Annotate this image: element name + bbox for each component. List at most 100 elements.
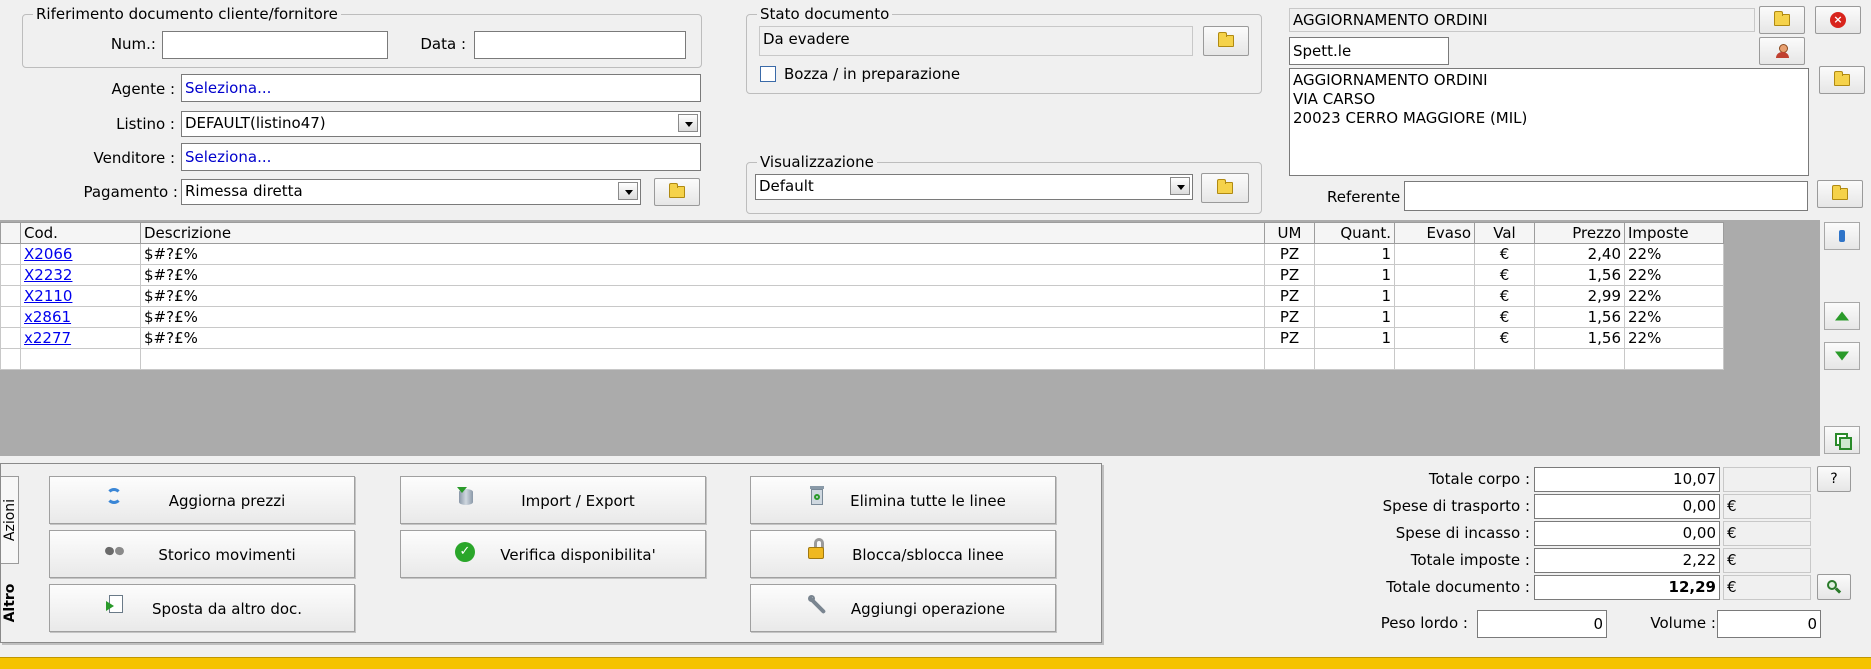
cell-prezzo[interactable]: 2,99 — [1534, 285, 1625, 307]
cell-prezzo[interactable]: 1,56 — [1534, 306, 1625, 328]
empty-cell[interactable] — [1264, 348, 1315, 370]
col-val[interactable]: Val — [1474, 222, 1535, 244]
help-button[interactable]: ? — [1817, 466, 1851, 492]
cell-val[interactable]: € — [1474, 264, 1535, 286]
cell-val[interactable]: € — [1474, 327, 1535, 349]
empty-cell[interactable] — [1314, 348, 1395, 370]
cell-evaso[interactable] — [1394, 327, 1475, 349]
product-code-link[interactable]: X2232 — [24, 266, 72, 284]
table-row[interactable]: x2861 $#?£% PZ 1 €1,56 22% — [0, 306, 1724, 328]
data-input[interactable] — [474, 31, 686, 59]
empty-cell[interactable] — [0, 348, 21, 370]
empty-cell[interactable] — [1474, 348, 1535, 370]
volume-input[interactable]: 0 — [1717, 610, 1821, 638]
sposta-doc-button[interactable]: Sposta da altro doc. — [49, 584, 355, 632]
cell-quant[interactable]: 1 — [1314, 306, 1395, 328]
cell-quant[interactable]: 1 — [1314, 243, 1395, 265]
cell-quant[interactable]: 1 — [1314, 327, 1395, 349]
listino-dropdown-button[interactable] — [678, 114, 698, 132]
cell-prezzo[interactable]: 2,40 — [1534, 243, 1625, 265]
cell-um[interactable]: PZ — [1264, 243, 1315, 265]
cell-descrizione[interactable]: $#?£% — [140, 306, 1265, 328]
cell-val[interactable]: € — [1474, 306, 1535, 328]
peso-lordo-input[interactable]: 0 — [1477, 610, 1607, 638]
customer-folder-button[interactable] — [1759, 6, 1805, 34]
customer-close-button[interactable]: × — [1815, 6, 1861, 34]
empty-cell[interactable] — [1534, 348, 1625, 370]
venditore-select[interactable]: Seleziona... — [181, 143, 701, 171]
customer-address[interactable]: AGGIORNAMENTO ORDINI VIA CARSO 20023 CER… — [1289, 68, 1809, 176]
cell-evaso[interactable] — [1394, 306, 1475, 328]
tab-altro[interactable]: Altro — [1, 568, 19, 638]
product-code-link[interactable]: x2277 — [24, 329, 71, 347]
bozza-checkbox[interactable] — [760, 66, 776, 82]
salutation-input[interactable]: Spett.le — [1289, 37, 1449, 65]
row-selector[interactable] — [0, 306, 21, 328]
cell-imposte[interactable]: 22% — [1624, 327, 1724, 349]
spese-trasporto-value[interactable]: 0,00 — [1534, 494, 1720, 519]
row-selector[interactable] — [0, 264, 21, 286]
cell-um[interactable]: PZ — [1264, 264, 1315, 286]
cell-evaso[interactable] — [1394, 285, 1475, 307]
num-input[interactable] — [162, 31, 388, 59]
cell-evaso[interactable] — [1394, 264, 1475, 286]
cell-val[interactable]: € — [1474, 243, 1535, 265]
move-down-button[interactable] — [1824, 342, 1860, 370]
stato-folder-button[interactable] — [1203, 26, 1249, 56]
move-up-button[interactable] — [1824, 302, 1860, 330]
col-um[interactable]: UM — [1264, 222, 1315, 244]
cell-imposte[interactable]: 22% — [1624, 306, 1724, 328]
listino-select[interactable]: DEFAULT(listino47) — [181, 111, 701, 137]
cell-imposte[interactable]: 22% — [1624, 243, 1724, 265]
blocca-linee-button[interactable]: Blocca/sblocca linee — [750, 530, 1056, 578]
visual-folder-button[interactable] — [1201, 173, 1249, 203]
cell-evaso[interactable] — [1394, 243, 1475, 265]
referente-folder-button[interactable] — [1817, 180, 1863, 208]
cell-imposte[interactable]: 22% — [1624, 285, 1724, 307]
empty-cell[interactable] — [1394, 348, 1475, 370]
cell-imposte[interactable]: 22% — [1624, 264, 1724, 286]
elimina-linee-button[interactable]: Elimina tutte le linee — [750, 476, 1056, 524]
cell-descrizione[interactable]: $#?£% — [140, 243, 1265, 265]
col-evaso[interactable]: Evaso — [1394, 222, 1475, 244]
contact-person-button[interactable] — [1759, 37, 1805, 65]
table-row-empty[interactable] — [0, 348, 1724, 370]
copy-lines-button[interactable] — [1824, 426, 1860, 454]
storico-movimenti-button[interactable]: Storico movimenti — [49, 530, 355, 578]
cell-val[interactable]: € — [1474, 285, 1535, 307]
cell-um[interactable]: PZ — [1264, 306, 1315, 328]
aggiungi-operazione-button[interactable]: Aggiungi operazione — [750, 584, 1056, 632]
cell-descrizione[interactable]: $#?£% — [140, 264, 1265, 286]
table-row[interactable]: x2277 $#?£% PZ 1 €1,56 22% — [0, 327, 1724, 349]
row-selector[interactable] — [0, 243, 21, 265]
table-row[interactable]: X2110 $#?£% PZ 1 €2,99 22% — [0, 285, 1724, 307]
visual-select[interactable]: Default — [755, 174, 1193, 200]
product-code-link[interactable]: x2861 — [24, 308, 71, 326]
cell-descrizione[interactable]: $#?£% — [140, 327, 1265, 349]
pagamento-dropdown-button[interactable] — [618, 182, 638, 200]
cell-prezzo[interactable]: 1,56 — [1534, 264, 1625, 286]
zoom-totals-button[interactable] — [1817, 574, 1851, 600]
pagamento-select[interactable]: Rimessa diretta — [181, 179, 641, 205]
import-export-button[interactable]: Import / Export — [400, 476, 706, 524]
col-quant[interactable]: Quant. — [1314, 222, 1395, 244]
spese-incasso-value[interactable]: 0,00 — [1534, 521, 1720, 546]
pagamento-folder-button[interactable] — [654, 178, 700, 206]
aggiorna-prezzi-button[interactable]: Aggiorna prezzi — [49, 476, 355, 524]
empty-cell[interactable] — [1624, 348, 1724, 370]
col-imposte[interactable]: Imposte — [1624, 222, 1724, 244]
verifica-disponibilita-button[interactable]: ✓ Verifica disponibilita' — [400, 530, 706, 578]
row-selector[interactable] — [0, 285, 21, 307]
product-code-link[interactable]: X2110 — [24, 287, 72, 305]
cell-quant[interactable]: 1 — [1314, 285, 1395, 307]
row-selector[interactable] — [0, 327, 21, 349]
address-folder-button[interactable] — [1819, 66, 1865, 94]
col-prezzo[interactable]: Prezzo — [1534, 222, 1625, 244]
scroll-top-button[interactable] — [1824, 222, 1860, 250]
empty-cell[interactable] — [140, 348, 1265, 370]
tab-azioni[interactable]: Azioni — [1, 476, 19, 564]
col-descrizione[interactable]: Descrizione — [140, 222, 1265, 244]
cell-descrizione[interactable]: $#?£% — [140, 285, 1265, 307]
cell-um[interactable]: PZ — [1264, 285, 1315, 307]
table-row[interactable]: X2232 $#?£% PZ 1 €1,56 22% — [0, 264, 1724, 286]
